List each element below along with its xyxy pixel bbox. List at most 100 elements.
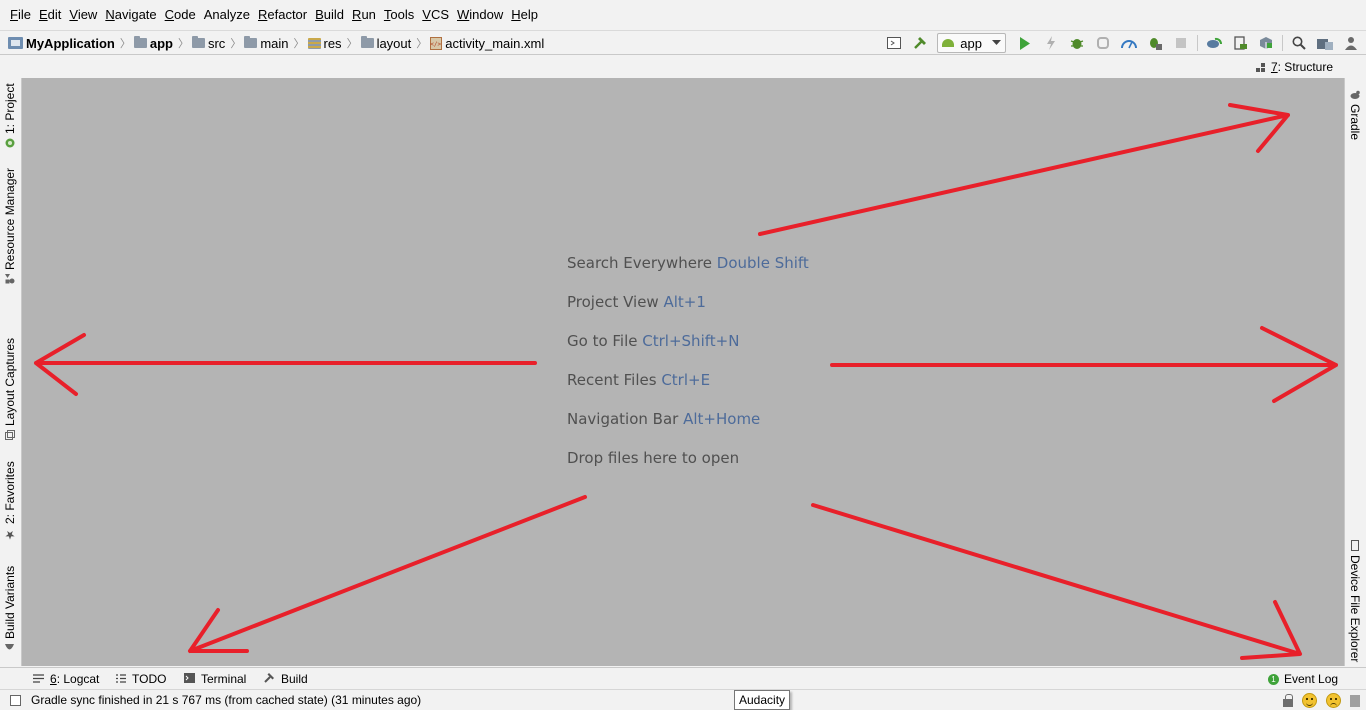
memory-indicator-icon[interactable] <box>1350 694 1360 707</box>
menu-run[interactable]: Run <box>348 0 380 30</box>
smiley-happy-icon[interactable] <box>1302 693 1317 708</box>
editor-empty-area[interactable]: Search Everywhere Double Shift Project V… <box>22 78 1344 666</box>
hammer-icon[interactable] <box>907 32 933 54</box>
debug-attach-icon[interactable] <box>1142 32 1168 54</box>
menu-tools[interactable]: Tools <box>380 0 418 30</box>
breadcrumb-layout[interactable]: layout <box>360 36 414 51</box>
project-icon <box>8 37 23 49</box>
folder-icon <box>133 36 147 48</box>
breadcrumb-main[interactable]: main <box>244 36 290 51</box>
tab-build-variants[interactable]: Build Variants <box>3 566 17 656</box>
project-tool-icon <box>3 138 17 148</box>
tab-todo[interactable]: TODO <box>116 668 166 690</box>
device-icon <box>1348 540 1362 551</box>
arrow-left <box>34 333 537 396</box>
run-configuration-select[interactable]: app <box>937 33 1006 53</box>
gradle-icon <box>1348 90 1362 100</box>
event-log-badge-icon: 1 <box>1268 673 1279 685</box>
layout-captures-icon <box>3 430 17 440</box>
logcat-icon <box>33 672 44 686</box>
android-icon <box>942 39 955 47</box>
hammer-icon <box>263 672 275 687</box>
menu-view[interactable]: View <box>65 0 101 30</box>
tab-build[interactable]: Build <box>263 668 308 690</box>
menu-edit[interactable]: Edit <box>35 0 65 30</box>
taskbar-tooltip: Audacity <box>734 690 791 710</box>
menu-help[interactable]: Help <box>507 0 542 30</box>
search-icon[interactable] <box>1286 32 1312 54</box>
tab-layout-captures[interactable]: Layout Captures <box>3 338 17 444</box>
resource-folder-icon <box>307 37 321 49</box>
status-bar: Gradle sync finished in 21 s 767 ms (fro… <box>0 689 1366 710</box>
navigation-toolbar: MyApplication 〉 app 〉 src 〉 main 〉 res 〉… <box>0 30 1366 55</box>
arrow-right <box>830 326 1338 403</box>
empty-editor-hints: Search Everywhere Double Shift Project V… <box>567 252 809 486</box>
breadcrumb-project[interactable]: MyApplication <box>8 36 117 51</box>
tab-structure[interactable]: 7: Structure <box>1255 56 1333 78</box>
menu-vcs[interactable]: VCS <box>418 0 453 30</box>
menu-analyze[interactable]: Analyze <box>200 0 254 30</box>
build-variants-icon <box>3 643 17 652</box>
right-tool-strip: Gradle Device File Explorer <box>1344 78 1366 666</box>
menu-build[interactable]: Build <box>311 0 348 30</box>
menu-file[interactable]: File <box>6 0 35 30</box>
lock-icon[interactable] <box>1283 694 1293 707</box>
tab-terminal[interactable]: Terminal <box>184 668 246 690</box>
tool-windows-toggle-icon[interactable] <box>10 695 21 706</box>
project-structure-icon[interactable] <box>1312 32 1338 54</box>
chevron-right-icon: 〉 <box>177 38 189 50</box>
tab-logcat[interactable]: 6: Logcat <box>33 668 99 690</box>
tab-event-log[interactable]: 1 Event Log <box>1268 668 1338 690</box>
todo-icon <box>116 672 126 686</box>
tab-gradle[interactable]: Gradle <box>1348 86 1362 142</box>
hint-project-view: Project View Alt+1 <box>567 293 706 311</box>
star-icon: ★ <box>3 528 17 542</box>
status-message: Gradle sync finished in 21 s 767 ms (fro… <box>31 693 422 707</box>
hint-go-to-file: Go to File Ctrl+Shift+N <box>567 332 740 350</box>
chevron-right-icon: 〉 <box>119 38 131 50</box>
breadcrumb: MyApplication 〉 app 〉 src 〉 main 〉 res 〉… <box>8 31 546 55</box>
apply-changes-icon[interactable] <box>1038 32 1064 54</box>
tab-resource-manager[interactable]: Resource Manager <box>3 168 17 288</box>
hint-recent-files: Recent Files Ctrl+E <box>567 371 711 389</box>
avd-manager-icon[interactable] <box>1227 32 1253 54</box>
sdk-manager-icon[interactable] <box>1253 32 1279 54</box>
debug-icon[interactable] <box>1064 32 1090 54</box>
tab-favorites[interactable]: ★ 2: Favorites <box>3 461 17 546</box>
arrow-down-left <box>188 495 587 653</box>
menu-navigate[interactable]: Navigate <box>101 0 160 30</box>
xml-file-icon <box>430 36 443 50</box>
structure-strip: 7: Structure <box>22 56 1344 78</box>
tab-project[interactable]: 1: Project <box>3 83 17 152</box>
status-indicators <box>1283 690 1360 710</box>
smiley-sad-icon[interactable] <box>1326 693 1341 708</box>
structure-icon <box>1255 62 1265 72</box>
tab-device-file-explorer[interactable]: Device File Explorer <box>1348 536 1362 662</box>
menu-window[interactable]: Window <box>453 0 507 30</box>
arrow-up-right <box>758 103 1290 236</box>
resource-manager-icon <box>3 274 17 284</box>
toolbar-actions: app <box>881 31 1364 55</box>
menu-bar: File Edit View Navigate Code Analyze Ref… <box>0 0 1366 30</box>
sync-gradle-icon[interactable] <box>1201 32 1227 54</box>
breadcrumb-res[interactable]: res <box>307 36 344 51</box>
breadcrumb-src[interactable]: src <box>191 36 227 51</box>
run-icon[interactable] <box>1012 32 1038 54</box>
breadcrumb-file[interactable]: activity_main.xml <box>430 36 546 51</box>
terminal-icon <box>184 672 195 686</box>
hint-search-everywhere: Search Everywhere Double Shift <box>567 254 809 272</box>
bottom-tool-strip: 6: Logcat TODO Terminal Build 1 Event Lo… <box>0 667 1366 689</box>
chevron-right-icon: 〉 <box>293 38 305 50</box>
breadcrumb-app[interactable]: app <box>133 36 175 51</box>
profile-icon[interactable] <box>1116 32 1142 54</box>
menu-code[interactable]: Code <box>161 0 200 30</box>
stop-icon[interactable] <box>1168 32 1194 54</box>
left-tool-strip: 1: Project Resource Manager Layout Captu… <box>0 78 22 666</box>
run-config-icon[interactable] <box>881 32 907 54</box>
hint-drop-files: Drop files here to open <box>567 449 740 467</box>
hint-navigation-bar: Navigation Bar Alt+Home <box>567 410 761 428</box>
menu-refactor[interactable]: Refactor <box>254 0 311 30</box>
attach-debugger-icon[interactable] <box>1090 32 1116 54</box>
folder-icon <box>191 36 205 48</box>
user-icon[interactable] <box>1338 32 1364 54</box>
